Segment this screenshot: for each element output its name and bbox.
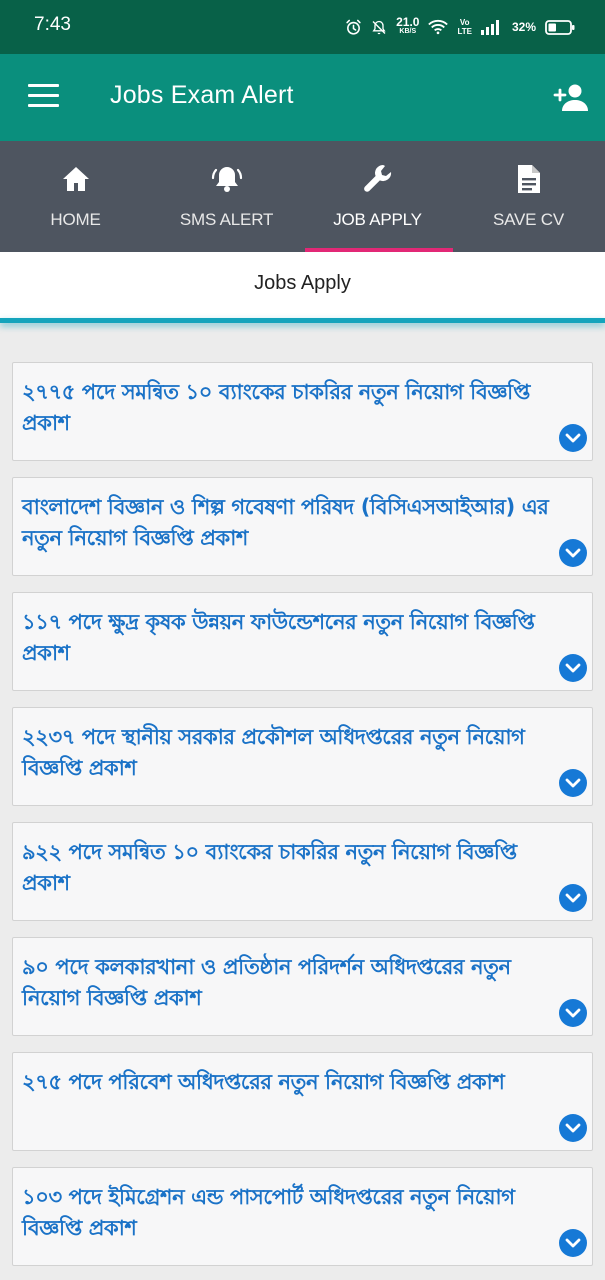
status-bar: 7:43 21.0 KB/S Vo LTE 32% (0, 0, 605, 54)
job-card[interactable]: ২২৩৭ পদে স্থানীয় সরকার প্রকৌশল অধিদপ্তর… (12, 707, 593, 806)
network-speed-unit: KB/S (399, 28, 417, 35)
status-time: 7:43 (34, 14, 71, 35)
job-title: ৯২২ পদে সমন্বিত ১০ ব্যাংকের চাকরির নতুন … (22, 840, 517, 895)
job-title: বাংলাদেশ বিজ্ঞান ও শিল্প গবেষণা পরিষদ (ব… (22, 495, 549, 550)
tab-home-label: HOME (50, 210, 101, 229)
job-card[interactable]: বাংলাদেশ বিজ্ঞান ও শিল্প গবেষণা পরিষদ (ব… (12, 477, 593, 576)
tab-job-apply[interactable]: JOB APPLY (302, 141, 453, 252)
job-title: ৯০ পদে কলকারখানা ও প্রতিষ্ঠান পরিদর্শন অ… (22, 955, 511, 1010)
chevron-down-icon[interactable] (559, 1114, 587, 1142)
app-title: Jobs Exam Alert (110, 81, 294, 109)
tab-bar: HOME SMS ALERT JOB APPLY SAVE CV (0, 141, 605, 252)
network-speed: 21.0 KB/S (396, 15, 420, 37)
wrench-icon (360, 161, 396, 197)
job-title: ২২৩৭ পদে স্থানীয় সরকার প্রকৌশল অধিদপ্তর… (22, 725, 525, 780)
home-icon (58, 161, 94, 197)
job-title: ২৭৫ পদে পরিবেশ অধিদপ্তরের নতুন নিয়োগ বি… (22, 1070, 505, 1094)
job-title: ২৭৭৫ পদে সমন্বিত ১০ ব্যাংকের চাকরির নতুন… (22, 380, 531, 435)
section-title: Jobs Apply (254, 272, 351, 294)
status-icons: 21.0 KB/S Vo LTE 32% (345, 12, 575, 42)
job-card[interactable]: ৯২২ পদে সমন্বিত ১০ ব্যাংকের চাকরির নতুন … (12, 822, 593, 921)
battery-icon (545, 19, 575, 35)
job-card[interactable]: ১১৭ পদে ক্ষুদ্র কৃষক উন্নয়ন ফাউন্ডেশনের… (12, 592, 593, 691)
job-card[interactable]: ১০৩ পদে ইমিগ্রেশন এন্ড পাসপোর্ট অধিদপ্তর… (12, 1167, 593, 1266)
battery-percent: 32% (511, 20, 536, 34)
tab-save-cv[interactable]: SAVE CV (453, 141, 604, 252)
job-card[interactable]: ২৭৭৫ পদে সমন্বিত ১০ ব্যাংকের চাকরির নতুন… (12, 362, 593, 461)
job-title: ১১৭ পদে ক্ষুদ্র কৃষক উন্নয়ন ফাউন্ডেশনের… (22, 610, 535, 665)
hamburger-menu-icon[interactable] (28, 84, 59, 108)
signal-icon (480, 20, 499, 35)
chevron-down-icon[interactable] (559, 424, 587, 452)
chevron-down-icon[interactable] (559, 654, 587, 682)
volte-indicator: Vo LTE (457, 18, 472, 36)
accent-divider (0, 318, 605, 323)
job-card[interactable]: ৯০ পদে কলকারখানা ও প্রতিষ্ঠান পরিদর্শন অ… (12, 937, 593, 1036)
chevron-down-icon[interactable] (559, 884, 587, 912)
volte-bottom: LTE (457, 27, 472, 36)
chevron-down-icon[interactable] (559, 539, 587, 567)
wifi-icon (428, 20, 449, 35)
chevron-down-icon[interactable] (559, 1229, 587, 1257)
chevron-down-icon[interactable] (559, 999, 587, 1027)
job-card[interactable]: ২৭৫ পদে পরিবেশ অধিদপ্তরের নতুন নিয়োগ বি… (12, 1052, 593, 1151)
tab-save-cv-label: SAVE CV (492, 210, 565, 229)
alarm-icon (346, 19, 361, 35)
tab-home[interactable]: HOME (0, 141, 151, 252)
tab-job-apply-label: JOB APPLY (333, 210, 422, 229)
network-speed-value: 21.0 (396, 15, 420, 29)
tab-sms-alert-label: SMS ALERT (179, 210, 274, 229)
document-icon (511, 161, 547, 197)
volte-top: Vo (459, 18, 470, 27)
section-header: Jobs Apply (0, 252, 605, 320)
app-bar: Jobs Exam Alert (0, 54, 605, 141)
job-title: ১০৩ পদে ইমিগ্রেশন এন্ড পাসপোর্ট অধিদপ্তর… (22, 1185, 515, 1240)
bell-icon (209, 161, 245, 197)
tab-sms-alert[interactable]: SMS ALERT (151, 141, 302, 252)
add-user-icon[interactable] (553, 82, 589, 112)
bell-muted-icon (372, 20, 386, 34)
chevron-down-icon[interactable] (559, 769, 587, 797)
